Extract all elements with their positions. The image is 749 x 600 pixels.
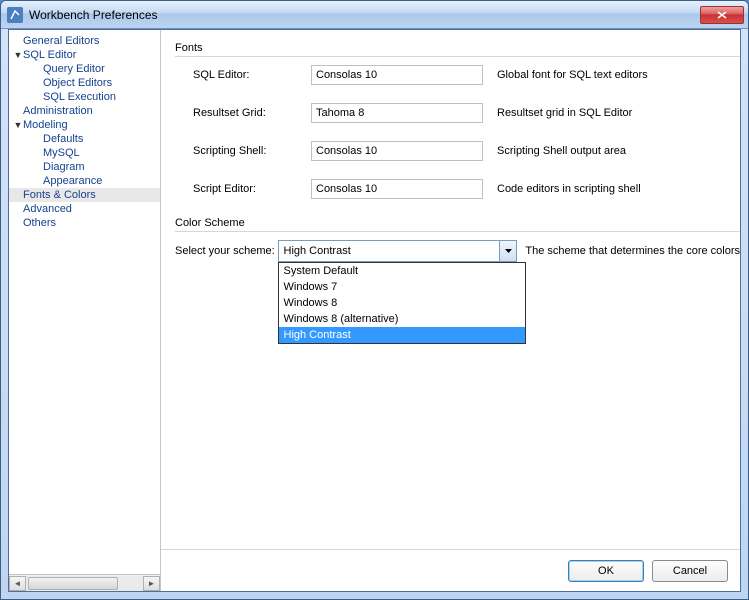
font-desc: Scripting Shell output area xyxy=(497,145,626,157)
tree-item-administration[interactable]: Administration xyxy=(9,104,160,118)
tree-item-label: SQL Execution xyxy=(43,91,116,103)
font-row: Scripting Shell: Scripting Shell output a… xyxy=(193,141,740,161)
scheme-dropdown-list[interactable]: System DefaultWindows 7Windows 8Windows … xyxy=(278,262,526,344)
scheme-option[interactable]: Windows 8 xyxy=(279,295,525,311)
scroll-thumb[interactable] xyxy=(28,577,118,590)
tree-item-label: Query Editor xyxy=(43,63,105,75)
font-input[interactable] xyxy=(311,179,483,199)
font-label: Resultset Grid: xyxy=(193,107,311,119)
sidebar: General Editors▼SQL EditorQuery EditorOb… xyxy=(9,30,161,591)
tree-item-general-editors[interactable]: General Editors xyxy=(9,34,160,48)
tree-item-label: Advanced xyxy=(23,203,72,215)
tree-item-defaults[interactable]: Defaults xyxy=(9,132,160,146)
font-row: Resultset Grid: Resultset grid in SQL Edi… xyxy=(193,103,740,123)
scheme-row: Select your scheme: High Contrast System… xyxy=(175,240,740,262)
font-row: SQL Editor: Global font for SQL text edit… xyxy=(193,65,740,85)
tree-item-mysql[interactable]: MySQL xyxy=(9,146,160,160)
color-scheme-group-label: Color Scheme xyxy=(175,217,740,231)
tree-item-label: Modeling xyxy=(23,119,68,131)
scheme-option[interactable]: High Contrast xyxy=(279,327,525,343)
titlebar[interactable]: Workbench Preferences xyxy=(1,1,748,29)
tree-item-appearance[interactable]: Appearance xyxy=(9,174,160,188)
scheme-desc: The scheme that determines the core colo… xyxy=(525,245,740,257)
scroll-right-button[interactable]: ► xyxy=(143,576,160,591)
main-panel: Fonts SQL Editor: Global font for SQL tex… xyxy=(161,30,740,591)
scroll-track[interactable] xyxy=(26,576,143,591)
scheme-label: Select your scheme: xyxy=(175,245,278,257)
tree-item-modeling[interactable]: ▼Modeling xyxy=(9,118,160,132)
font-input[interactable] xyxy=(311,141,483,161)
scheme-option[interactable]: Windows 7 xyxy=(279,279,525,295)
scheme-option[interactable]: System Default xyxy=(279,263,525,279)
font-label: SQL Editor: xyxy=(193,69,311,81)
color-scheme-divider xyxy=(175,231,740,232)
font-label: Script Editor: xyxy=(193,183,311,195)
font-label: Scripting Shell: xyxy=(193,145,311,157)
tree-item-advanced[interactable]: Advanced xyxy=(9,202,160,216)
tree-item-label: Defaults xyxy=(43,133,83,145)
category-tree[interactable]: General Editors▼SQL EditorQuery EditorOb… xyxy=(9,30,160,574)
tree-item-label: Diagram xyxy=(43,161,85,173)
app-icon xyxy=(7,7,23,23)
font-desc: Code editors in scripting shell xyxy=(497,183,641,195)
client-area: General Editors▼SQL EditorQuery EditorOb… xyxy=(8,29,741,592)
scheme-option[interactable]: Windows 8 (alternative) xyxy=(279,311,525,327)
font-desc: Resultset grid in SQL Editor xyxy=(497,107,632,119)
tree-item-sql-execution[interactable]: SQL Execution xyxy=(9,90,160,104)
scheme-value: High Contrast xyxy=(279,245,500,257)
tree-item-sql-editor[interactable]: ▼SQL Editor xyxy=(9,48,160,62)
tree-item-label: Others xyxy=(23,217,56,229)
tree-item-label: Object Editors xyxy=(43,77,112,89)
disclosure-triangle-icon[interactable]: ▼ xyxy=(13,50,23,60)
font-row: Script Editor: Code editors in scripting … xyxy=(193,179,740,199)
font-desc: Global font for SQL text editors xyxy=(497,69,648,81)
tree-item-label: MySQL xyxy=(43,147,80,159)
cancel-button[interactable]: Cancel xyxy=(652,560,728,582)
fonts-group-label: Fonts xyxy=(175,42,740,56)
sidebar-horizontal-scrollbar[interactable]: ◄ ► xyxy=(9,574,160,591)
tree-item-fonts-colors[interactable]: Fonts & Colors xyxy=(9,188,160,202)
tree-item-query-editor[interactable]: Query Editor xyxy=(9,62,160,76)
tree-item-diagram[interactable]: Diagram xyxy=(9,160,160,174)
close-button[interactable] xyxy=(700,6,744,24)
font-input[interactable] xyxy=(311,103,483,123)
disclosure-triangle-icon[interactable]: ▼ xyxy=(13,120,23,130)
ok-button[interactable]: OK xyxy=(568,560,644,582)
tree-item-label: SQL Editor xyxy=(23,49,76,61)
tree-item-object-editors[interactable]: Object Editors xyxy=(9,76,160,90)
fonts-divider xyxy=(175,56,740,57)
window: Workbench Preferences General Editors▼SQ… xyxy=(0,0,749,600)
window-title: Workbench Preferences xyxy=(29,8,700,22)
button-bar: OK Cancel xyxy=(161,549,740,591)
scheme-combobox[interactable]: High Contrast System DefaultWindows 7Win… xyxy=(278,240,518,262)
tree-item-label: General Editors xyxy=(23,35,99,47)
tree-item-label: Administration xyxy=(23,105,93,117)
font-input[interactable] xyxy=(311,65,483,85)
combo-dropdown-button[interactable] xyxy=(499,241,516,261)
tree-item-label: Appearance xyxy=(43,175,102,187)
tree-item-others[interactable]: Others xyxy=(9,216,160,230)
tree-item-label: Fonts & Colors xyxy=(23,189,96,201)
scroll-left-button[interactable]: ◄ xyxy=(9,576,26,591)
preferences-area: Fonts SQL Editor: Global font for SQL tex… xyxy=(175,42,740,543)
